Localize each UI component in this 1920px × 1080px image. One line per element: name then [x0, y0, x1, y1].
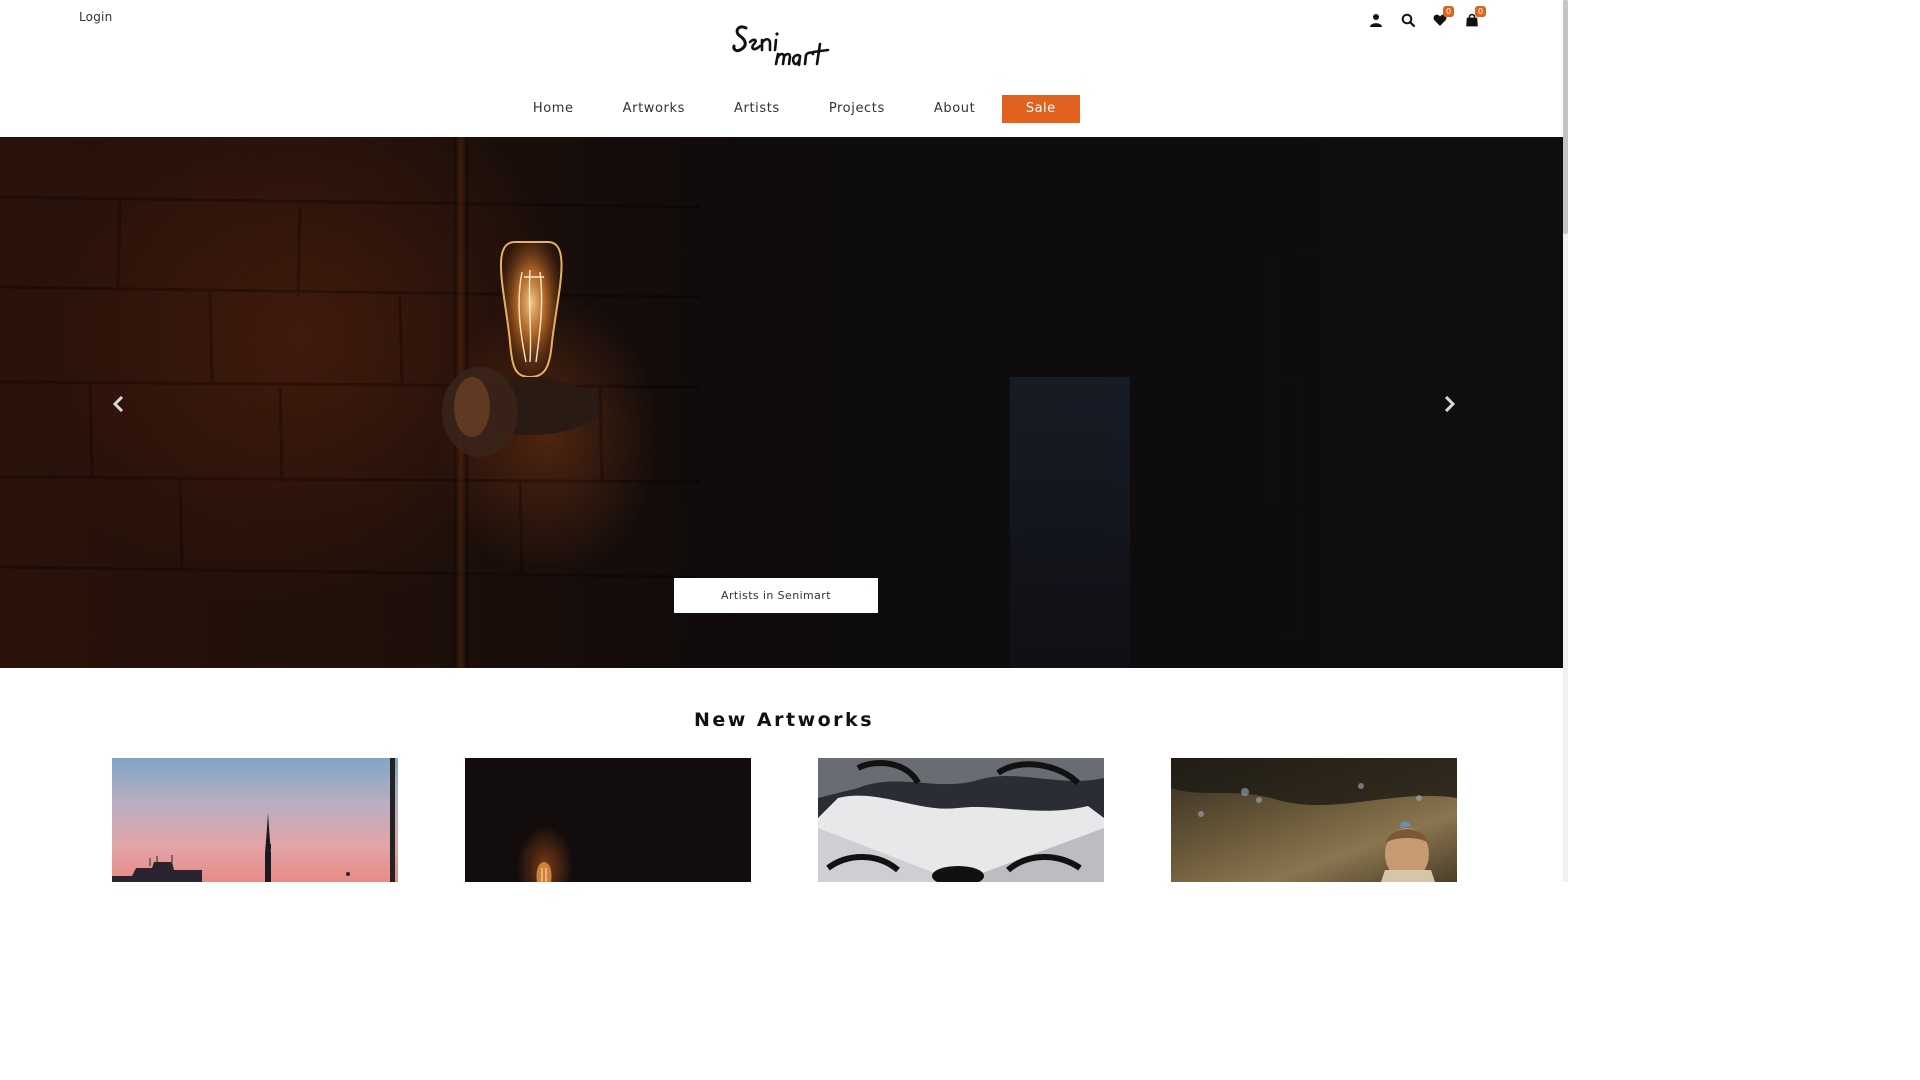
edison-bulb-image — [442, 241, 600, 457]
page-scrollbar[interactable] — [1563, 0, 1568, 882]
artwork-card-edison-bulb[interactable] — [465, 758, 751, 882]
artwork-card-mural-face[interactable] — [818, 758, 1104, 882]
site-header: Login 0 0 Home Artworks Artists Projects… — [0, 0, 1568, 137]
nav-item-sale[interactable]: Sale — [1001, 95, 1080, 123]
main-nav-items: Home Artworks Artists Projects About Sal… — [508, 95, 1080, 123]
main-nav: Home Artworks Artists Projects About Sal… — [0, 95, 1568, 123]
background-door — [1010, 377, 1130, 668]
artwork-card-city-skyline[interactable] — [112, 758, 398, 882]
nav-item-about[interactable]: About — [909, 95, 999, 123]
scrollbar-thumb[interactable] — [1563, 0, 1568, 234]
wishlist-heart-icon[interactable]: 0 — [1424, 6, 1456, 30]
search-icon[interactable] — [1392, 10, 1424, 30]
artists-in-senimart-button[interactable]: Artists in Senimart — [674, 578, 878, 613]
nav-item-home[interactable]: Home — [508, 95, 598, 123]
new-artworks-grid — [112, 758, 1457, 882]
wishlist-count-badge: 0 — [1443, 6, 1454, 17]
cart-bag-icon[interactable]: 0 — [1456, 6, 1488, 30]
city-skyline-image — [112, 758, 395, 882]
mural-face-image — [818, 758, 1104, 882]
edison-bulb-thumb-image — [525, 848, 552, 882]
nav-item-artists[interactable]: Artists — [710, 95, 805, 123]
login-link[interactable]: Login — [79, 10, 112, 24]
user-icon[interactable] — [1360, 10, 1392, 30]
header-icons: 0 0 — [1360, 6, 1488, 30]
cart-count-badge: 0 — [1475, 6, 1486, 17]
senimart-logo[interactable] — [728, 16, 840, 76]
painting-child-image — [1171, 758, 1457, 882]
artwork-card-painting-child[interactable] — [1171, 758, 1457, 882]
nav-item-artworks[interactable]: Artworks — [598, 95, 709, 123]
senimart-logo-mark — [732, 25, 830, 67]
carousel-next-arrow-icon[interactable] — [1438, 392, 1462, 416]
new-artworks-heading: New Artworks — [693, 709, 875, 731]
carousel-prev-arrow-icon[interactable] — [106, 392, 130, 416]
hero-carousel: Artists in Senimart — [0, 137, 1563, 668]
nav-item-projects[interactable]: Projects — [804, 95, 909, 123]
